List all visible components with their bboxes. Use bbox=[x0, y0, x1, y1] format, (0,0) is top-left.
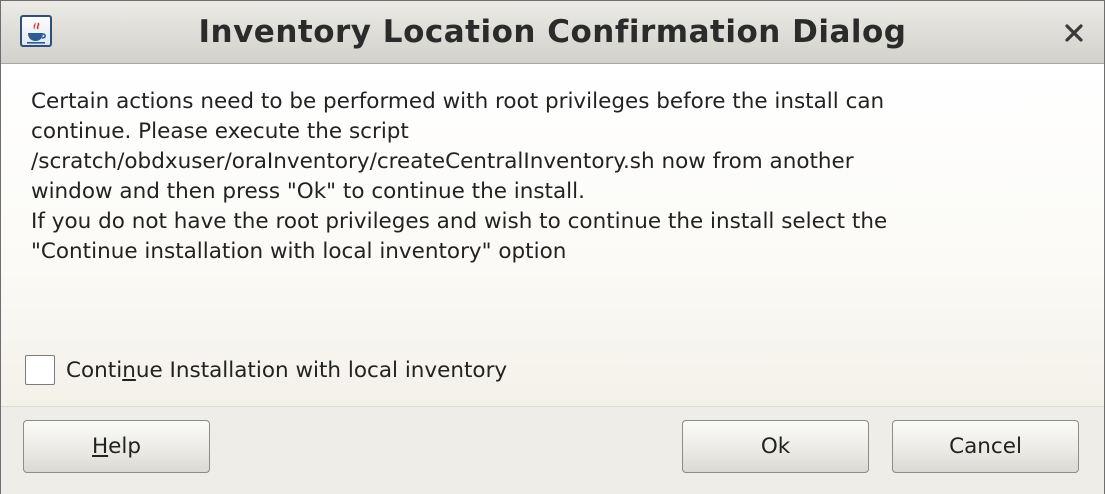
message-line: If you do not have the root privileges a… bbox=[31, 209, 888, 234]
local-inventory-checkbox[interactable] bbox=[25, 355, 55, 385]
close-icon[interactable] bbox=[1062, 21, 1086, 45]
message-line: Certain actions need to be performed wit… bbox=[31, 89, 885, 114]
ok-button[interactable]: Ok bbox=[682, 420, 869, 473]
java-icon bbox=[20, 15, 52, 47]
title-bar[interactable]: Inventory Location Confirmation Dialog bbox=[1, 1, 1104, 64]
local-inventory-checkbox-row[interactable]: Continue Installation with local invento… bbox=[25, 354, 507, 386]
label-text-end: ue Installation with local inventory bbox=[135, 357, 508, 383]
message-line: "Continue installation with local invent… bbox=[31, 239, 567, 264]
local-inventory-checkbox-label[interactable]: Continue Installation with local invento… bbox=[66, 358, 507, 383]
help-mnemonic: H bbox=[91, 434, 109, 459]
inventory-location-dialog: Inventory Location Confirmation Dialog C… bbox=[0, 0, 1105, 494]
help-label-rest: elp bbox=[108, 434, 142, 459]
message-line: continue. Please execute the script bbox=[31, 119, 409, 144]
label-mnemonic: n bbox=[122, 357, 136, 383]
message-text: Certain actions need to be performed wit… bbox=[31, 87, 1081, 267]
dialog-title: Inventory Location Confirmation Dialog bbox=[198, 14, 907, 50]
message-line: /scratch/obdxuser/oraInventory/createCen… bbox=[31, 149, 854, 174]
help-button[interactable]: Help bbox=[23, 420, 210, 473]
message-line: window and then press "Ok" to continue t… bbox=[31, 179, 585, 204]
cancel-button[interactable]: Cancel bbox=[892, 420, 1079, 473]
button-bar: Help Ok Cancel bbox=[1, 406, 1104, 494]
dialog-body: Certain actions need to be performed wit… bbox=[1, 64, 1104, 406]
label-text-start: Conti bbox=[66, 357, 123, 383]
